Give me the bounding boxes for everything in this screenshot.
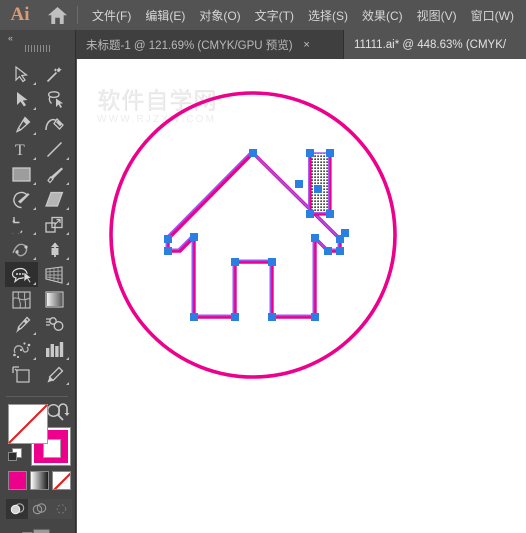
tool-flyout-indicator — [33, 357, 36, 360]
artboard-tool[interactable] — [5, 362, 38, 387]
tool-flyout-indicator — [33, 207, 36, 210]
selection-tool[interactable] — [5, 62, 38, 87]
menu-object[interactable]: 对象(O) — [192, 5, 247, 26]
tool-flyout-indicator — [33, 82, 36, 85]
home-icon-artwork[interactable] — [77, 59, 526, 533]
tool-flyout-indicator — [66, 157, 69, 160]
gradient-button[interactable] — [30, 471, 49, 490]
mesh-tool[interactable] — [5, 287, 38, 312]
menu-bar: Ai 文件(F) 编辑(E) 对象(O) 文字(T) 选择(S) 效果(C) 视… — [0, 0, 526, 30]
type-tool[interactable]: T — [5, 137, 38, 162]
menu-type[interactable]: 文字(T) — [248, 5, 301, 26]
curvature-tool[interactable] — [38, 112, 71, 137]
shaper-tool[interactable] — [5, 187, 38, 212]
menu-file[interactable]: 文件(F) — [85, 5, 138, 26]
tool-flyout-indicator — [33, 282, 36, 285]
document-tab-untitled[interactable]: 未标题-1 @ 121.69% (CMYK/GPU 预览) × — [77, 30, 323, 59]
artboard-canvas[interactable]: 软件自学网 WWW.RJZXW.COM — [77, 59, 526, 533]
draw-behind-button[interactable] — [28, 499, 50, 519]
tool-flyout-indicator — [66, 382, 69, 385]
document-tab-11111[interactable]: 11111.ai* @ 448.63% (CMYK/ — [344, 30, 526, 59]
tool-flyout-indicator — [33, 332, 36, 335]
default-fill-stroke-icon[interactable] — [8, 448, 23, 463]
none-button[interactable] — [52, 471, 71, 490]
tool-flyout-indicator — [66, 182, 69, 185]
swap-fill-stroke-icon[interactable] — [56, 403, 72, 419]
tool-flyout-indicator — [33, 257, 36, 260]
direct-selection-tool[interactable] — [5, 87, 38, 112]
color-button[interactable] — [8, 471, 27, 490]
column-graph-tool[interactable] — [38, 337, 71, 362]
document-tab-label: 11111.ai* @ 448.63% (CMYK/ — [354, 38, 507, 51]
line-segment-tool[interactable] — [38, 137, 71, 162]
tool-flyout-indicator — [33, 107, 36, 110]
tool-panel-drag-grip[interactable] — [25, 45, 51, 52]
outer-circle-path[interactable] — [109, 91, 397, 379]
close-icon[interactable]: × — [301, 39, 313, 51]
tool-panel-header: « — [0, 30, 76, 59]
svg-text:T: T — [15, 142, 25, 158]
draw-inside-button[interactable] — [50, 499, 72, 519]
width-tool[interactable] — [5, 237, 38, 262]
shape-builder-tool[interactable] — [5, 262, 38, 287]
fill-swatch[interactable] — [8, 404, 48, 444]
drawing-mode-buttons — [6, 499, 72, 519]
tool-flyout-indicator — [33, 232, 36, 235]
rotate-tool[interactable] — [5, 212, 38, 237]
eyedropper-tool[interactable] — [5, 312, 38, 337]
slice-tool[interactable] — [38, 362, 71, 387]
menu-edit[interactable]: 编辑(E) — [138, 5, 192, 26]
fill-stroke-widget — [8, 403, 72, 466]
menu-view[interactable]: 视图(V) — [410, 5, 464, 26]
tool-flyout-indicator — [66, 257, 69, 260]
tool-flyout-indicator — [33, 182, 36, 185]
pen-tool[interactable] — [5, 112, 38, 137]
menu-effect[interactable]: 效果(C) — [355, 5, 410, 26]
menu-select[interactable]: 选择(S) — [301, 5, 355, 26]
chimney-shape[interactable] — [308, 152, 332, 216]
illustrator-window: Ai 文件(F) 编辑(E) 对象(O) 文字(T) 选择(S) 效果(C) 视… — [0, 0, 526, 533]
gradient-tool[interactable] — [38, 287, 71, 312]
tool-flyout-indicator — [33, 157, 36, 160]
menu-items: 文件(F) 编辑(E) 对象(O) 文字(T) 选择(S) 效果(C) 视图(V… — [85, 5, 521, 26]
perspective-grid-tool[interactable] — [38, 262, 71, 287]
scale-tool[interactable] — [38, 212, 71, 237]
fill-none-indicator — [8, 404, 48, 444]
tool-flyout-indicator — [66, 232, 69, 235]
lasso-tool[interactable] — [38, 87, 71, 112]
symbol-sprayer-tool[interactable] — [5, 337, 38, 362]
blend-tool[interactable] — [38, 312, 71, 337]
eraser-tool[interactable] — [38, 187, 71, 212]
draw-normal-button[interactable] — [6, 499, 28, 519]
tool-flyout-indicator — [66, 207, 69, 210]
tool-flyout-indicator — [66, 282, 69, 285]
tools-panel: T — [0, 59, 76, 533]
home-icon[interactable] — [40, 0, 74, 30]
tool-panel-divider — [6, 396, 68, 397]
menu-window[interactable]: 窗口(W) — [464, 5, 521, 26]
collapse-panel-icon[interactable]: « — [8, 33, 13, 43]
free-transform-tool[interactable] — [38, 237, 71, 262]
document-tab-bar: « 未标题-1 @ 121.69% (CMYK/GPU 预览) × 11111.… — [0, 30, 526, 59]
magic-wand-tool[interactable] — [38, 62, 71, 87]
color-mode-buttons — [8, 471, 71, 490]
change-screen-mode-button[interactable] — [22, 527, 52, 533]
paintbrush-tool[interactable] — [38, 162, 71, 187]
document-tab-label: 未标题-1 @ 121.69% (CMYK/GPU 预览) — [86, 39, 293, 52]
tool-flyout-indicator — [33, 132, 36, 135]
rectangle-tool[interactable] — [5, 162, 38, 187]
menubar-divider — [77, 6, 78, 24]
tool-flyout-indicator — [66, 357, 69, 360]
app-logo: Ai — [10, 4, 30, 25]
